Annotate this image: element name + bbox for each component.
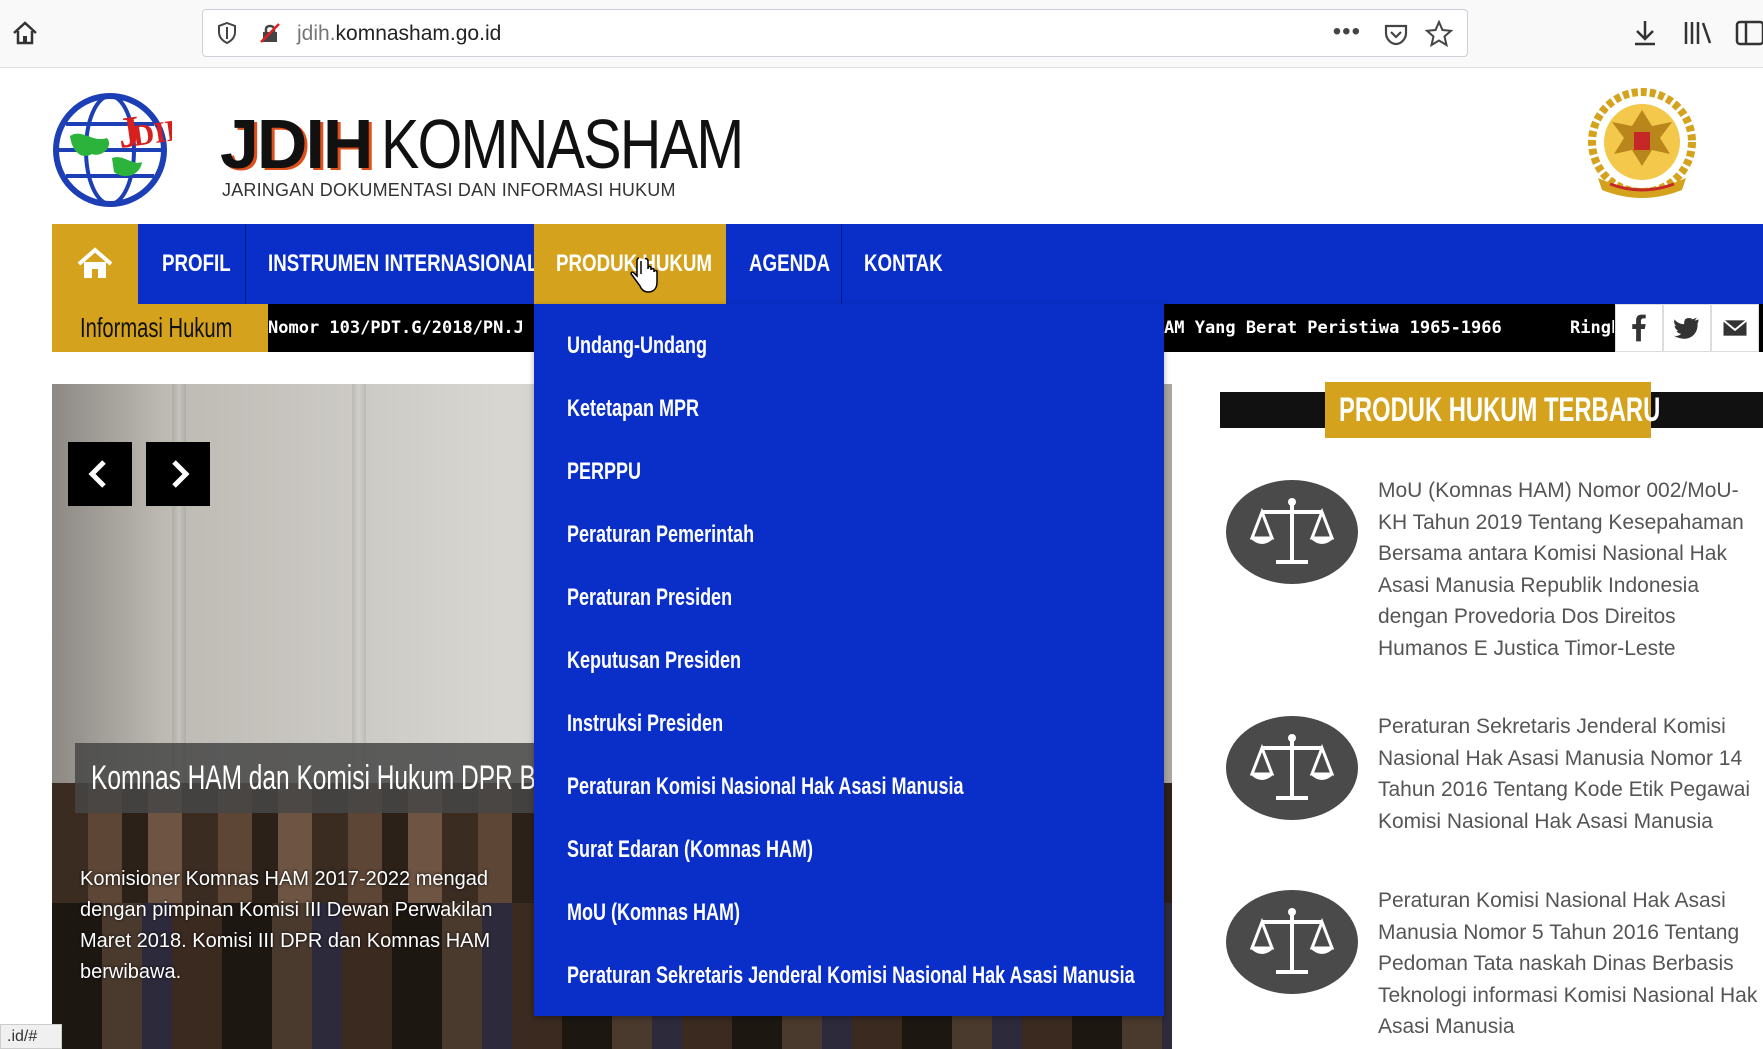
scales-icon[interactable] [1224,714,1360,822]
ticker-item[interactable]: Nomor 103/PDT.G/2018/PN.J [268,304,568,352]
produk-hukum-dropdown: Undang-Undang Ketetapan MPR PERPPU Perat… [534,304,1164,1016]
dropdown-item-peraturan-komisi[interactable]: Peraturan Komisi Nasional Hak Asasi Manu… [567,773,1096,801]
site-subtitle: JARINGAN DOKUMENTASI DAN INFORMASI HUKUM [222,180,676,200]
dropdown-item-label: Peraturan Sekretaris Jenderal Komisi Nas… [567,962,1135,989]
url-domain: komnasham.go.id [335,22,502,45]
nav-profil-label: PROFIL [162,250,231,277]
jdih-logo[interactable]: J DIH [52,88,172,210]
scales-icon[interactable] [1224,478,1360,586]
hand-cursor-icon [630,257,658,293]
dropdown-item-label: Ketetapan MPR [567,395,700,422]
chevron-right-icon [172,460,190,488]
nav-agenda-label: AGENDA [749,250,831,277]
insecure-lock-icon[interactable] [259,22,281,44]
status-bar-url: .id/# [0,1024,62,1049]
home-icon [77,247,113,278]
dropdown-item-undang-undang[interactable]: Undang-Undang [567,332,754,360]
dropdown-item-perppu[interactable]: PERPPU [567,458,666,486]
nav-instrumen-internasional[interactable]: INSTRUMEN INTERNASIONAL [268,224,558,304]
chevron-left-icon [88,460,106,488]
download-icon[interactable] [1630,18,1660,48]
twitter-icon [1673,317,1699,339]
home-icon[interactable] [10,18,40,48]
site-title-jdih: JDIH [220,105,373,183]
dropdown-item-label: Instruksi Presiden [567,710,724,737]
pocket-icon[interactable] [1383,21,1409,47]
dropdown-item-label: Surat Edaran (Komnas HAM) [567,836,814,863]
nav-divider [841,224,842,304]
dropdown-item-peraturan-pemerintah[interactable]: Peraturan Pemerintah [567,521,816,549]
bookmark-star-icon[interactable] [1425,20,1453,48]
twitter-button[interactable] [1663,304,1711,352]
ticker-label-text: Informasi Hukum [80,312,233,343]
nav-instrumen-label: INSTRUMEN INTERNASIONAL [268,250,539,277]
main-nav: PROFIL INSTRUMEN INTERNASIONAL PRODUK HU… [52,224,1763,304]
email-button[interactable] [1711,304,1759,352]
svg-text:DIH: DIH [130,112,172,153]
dropdown-item-label: PERPPU [567,458,642,485]
nav-profil[interactable]: PROFIL [162,224,272,304]
ticker-item[interactable]: Ringk [1570,304,1614,352]
sidebar-item[interactable]: Peraturan Komisi Nasional Hak Asasi Manu… [1378,885,1758,1043]
slide-caption-text: Komnas HAM dan Komisi Hukum DPR Ba [91,759,550,797]
email-icon [1722,319,1748,336]
url-subdomain: jdih. [297,22,336,45]
slide-caption[interactable]: Komnas HAM dan Komisi Hukum DPR Ba [75,743,575,813]
slide-description: Komisioner Komnas HAM 2017-2022 mengad d… [80,868,493,983]
browser-toolbar: jdih.komnasham.go.id ••• [0,0,1763,68]
site-title[interactable]: JDIH KOMNASHAM [220,104,822,184]
dropdown-item-peraturan-sekjen[interactable]: Peraturan Sekretaris Jenderal Komisi Nas… [567,962,1324,990]
shield-icon[interactable] [217,22,237,44]
nav-agenda[interactable]: AGENDA [749,224,831,304]
scales-icon[interactable] [1224,888,1360,996]
sidebar-item[interactable]: MoU (Komnas HAM) Nomor 002/MoU-KH Tahun … [1378,475,1758,664]
sidebar-toggle-icon[interactable] [1734,18,1763,48]
slider-next-button[interactable] [146,442,210,506]
dropdown-item-surat-edaran[interactable]: Surat Edaran (Komnas HAM) [567,836,895,864]
url-bar[interactable]: jdih.komnasham.go.id ••• [202,9,1468,57]
sidebar-item[interactable]: Peraturan Sekretaris Jenderal Komisi Nas… [1378,711,1758,837]
nav-kontak[interactable]: KONTAK [864,224,954,304]
dropdown-item-mou[interactable]: MoU (Komnas HAM) [567,899,798,927]
dropdown-item-label: Peraturan Presiden [567,584,733,611]
site-title-komnasham: KOMNASHAM [380,105,744,183]
facebook-button[interactable] [1615,304,1663,352]
nav-divider [245,224,246,304]
url-text[interactable]: jdih.komnasham.go.id [297,22,501,46]
dropdown-item-peraturan-presiden[interactable]: Peraturan Presiden [567,584,787,612]
nav-kontak-label: KONTAK [864,250,943,277]
komnasham-emblem [1588,88,1696,198]
dropdown-item-label: Undang-Undang [567,332,707,359]
slider-prev-button[interactable] [68,442,132,506]
nav-home-button[interactable] [52,224,138,304]
sidebar-heading: PRODUK HUKUM TERBARU [1325,382,1660,438]
dropdown-item-label: Keputusan Presiden [567,647,742,674]
dropdown-item-keputusan-presiden[interactable]: Keputusan Presiden [567,647,799,675]
facebook-icon [1632,314,1646,342]
sidebar-heading-text: PRODUK HUKUM TERBARU [1339,391,1661,429]
dropdown-item-ketetapan-mpr[interactable]: Ketetapan MPR [567,395,743,423]
dropdown-item-label: Peraturan Pemerintah [567,521,755,548]
dropdown-item-label: Peraturan Komisi Nasional Hak Asasi Manu… [567,773,964,800]
ticker-item[interactable]: AM Yang Berat Peristiwa 1965-1966 [1164,304,1544,352]
dropdown-item-label: MoU (Komnas HAM) [567,899,740,926]
ticker-label: Informasi Hukum [52,304,268,352]
dropdown-item-instruksi-presiden[interactable]: Instruksi Presiden [567,710,775,738]
library-icon[interactable] [1682,18,1714,48]
page-actions-menu[interactable]: ••• [1333,18,1361,46]
